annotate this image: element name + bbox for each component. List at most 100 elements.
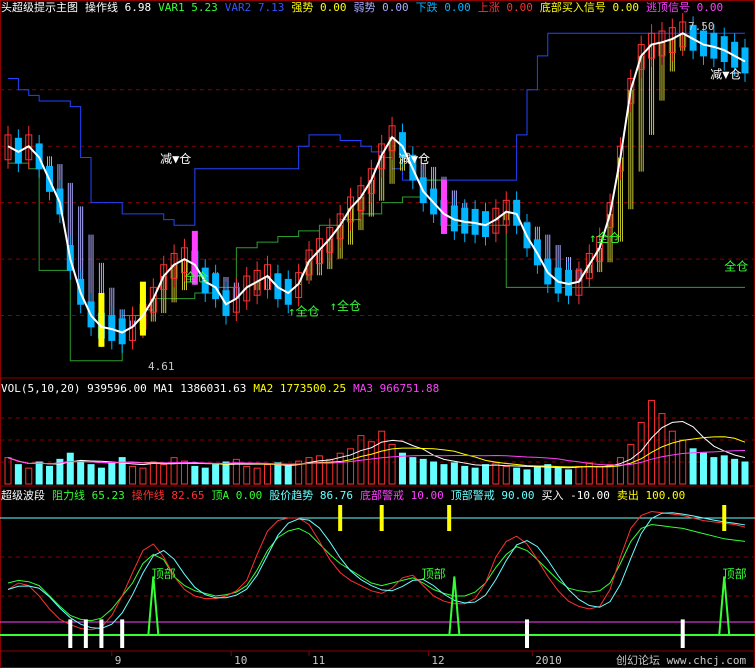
upper-band-line xyxy=(8,32,745,226)
reduce-position-label: 减▼仓 xyxy=(160,152,191,166)
sell-marker-bar xyxy=(722,505,727,531)
volume-bar xyxy=(66,452,74,485)
volume-bar xyxy=(523,469,531,485)
volume-bar xyxy=(710,457,718,485)
volume-bar xyxy=(160,464,168,485)
volume-bar xyxy=(699,452,707,485)
volume-bar xyxy=(180,460,188,485)
volume-bar xyxy=(720,455,728,485)
volume-bar xyxy=(409,457,417,485)
volume-bar xyxy=(471,467,479,485)
oscillator-panel xyxy=(0,505,755,648)
watermark: 创幻论坛 www.chcj.com xyxy=(616,653,746,667)
price-trend-osc-line xyxy=(7,512,746,630)
volume-bar xyxy=(191,465,199,485)
volume-bar xyxy=(212,464,220,485)
low-price-label: 4.61 xyxy=(148,360,175,373)
volume-bar xyxy=(450,462,458,485)
signal-candle xyxy=(440,180,447,234)
oscillator-series-line xyxy=(7,510,746,631)
volume-bar xyxy=(565,469,573,485)
volume-ma-line xyxy=(7,421,746,469)
volume-bar xyxy=(461,465,469,485)
volume-bar xyxy=(149,461,157,485)
volume-bar xyxy=(274,462,282,485)
high-price-label: 7.50 xyxy=(688,20,715,33)
buy-marker-bar xyxy=(99,619,104,648)
top-label: 顶部 xyxy=(422,566,446,581)
full-position-label: 全仓 xyxy=(184,270,208,285)
volume-bar xyxy=(139,467,147,485)
volume-bar xyxy=(201,467,209,485)
volume-panel xyxy=(4,399,749,485)
x-tick-label: 12 xyxy=(431,654,444,667)
full-position-label: 全仓 xyxy=(724,258,748,273)
full-position-label: ↑全仓 xyxy=(589,230,620,245)
top-signal-spike xyxy=(448,576,461,636)
volume-bar xyxy=(118,457,126,485)
x-tick-label: 9 xyxy=(115,654,122,667)
volume-bar xyxy=(533,465,541,485)
volume-bar xyxy=(87,464,95,485)
volume-bar xyxy=(419,458,427,485)
volume-bar xyxy=(222,461,230,485)
volume-bar xyxy=(97,467,105,485)
x-tick-label: 10 xyxy=(234,654,247,667)
volume-bar xyxy=(108,462,116,485)
volume-bar xyxy=(575,465,583,485)
top-label: 顶部 xyxy=(723,566,747,581)
buy-marker-bar xyxy=(680,619,685,648)
volume-bar xyxy=(284,465,292,485)
buy-marker-bar xyxy=(525,619,530,648)
stock-chart: 减▼仓 减▼仓减▼仓全仓↑全仓 ↑全仓↑全仓全仓顶部 顶部 顶部 9 10 11 12 2010… xyxy=(0,0,755,668)
volume-bar xyxy=(315,455,323,485)
full-position-label: ↑全仓 xyxy=(330,298,361,313)
volume-bar xyxy=(513,467,521,485)
volume-bar xyxy=(689,448,697,485)
volume-bar xyxy=(596,465,604,485)
buy-marker-bar xyxy=(68,619,73,648)
top-signal-spike xyxy=(718,576,731,636)
volume-bar xyxy=(658,413,666,485)
buy-marker-bar xyxy=(120,619,125,648)
price-panel xyxy=(4,12,749,362)
volume-bar xyxy=(46,465,54,485)
volume-bar xyxy=(253,467,261,485)
volume-bar xyxy=(77,460,85,485)
volume-bar xyxy=(243,465,251,485)
signal-candle xyxy=(139,281,146,336)
x-axis: 9 10 11 12 2010 xyxy=(111,651,562,667)
reduce-position-label: 减▼仓 xyxy=(399,152,430,166)
sell-marker-bar xyxy=(447,505,452,531)
volume-bar xyxy=(388,443,396,485)
top-signal-spike xyxy=(147,576,160,636)
volume-bar xyxy=(25,467,33,485)
volume-bar xyxy=(731,458,739,485)
volume-bar xyxy=(481,464,489,485)
volume-bar xyxy=(741,461,749,485)
volume-bar xyxy=(606,464,614,485)
annotations: 减▼仓 减▼仓减▼仓全仓↑全仓 ↑全仓↑全仓全仓顶部 顶部 顶部 xyxy=(152,67,749,580)
volume-bar xyxy=(430,461,438,485)
x-tick-label: 11 xyxy=(312,654,325,667)
volume-bar xyxy=(14,464,22,485)
x-tick-label: 2010 xyxy=(535,654,562,667)
volume-bar xyxy=(668,430,676,485)
volume-bar xyxy=(264,464,272,485)
volume-bar xyxy=(398,452,406,485)
top-label: 顶部 xyxy=(152,566,176,581)
volume-bar xyxy=(35,461,43,485)
volume-bar xyxy=(492,462,500,485)
volume-bar xyxy=(554,467,562,485)
volume-bar xyxy=(502,465,510,485)
buy-marker-bar xyxy=(83,619,88,648)
volume-bar xyxy=(440,464,448,485)
sell-marker-bar xyxy=(338,505,343,531)
oscillator-series-line xyxy=(7,523,746,622)
sell-marker-bar xyxy=(379,505,384,531)
signal-candle xyxy=(98,292,105,347)
volume-bar xyxy=(648,399,656,485)
volume-bar xyxy=(129,465,137,485)
full-position-label: ↑全仓 xyxy=(288,304,319,319)
reduce-position-label: 减▼仓 xyxy=(710,67,741,81)
